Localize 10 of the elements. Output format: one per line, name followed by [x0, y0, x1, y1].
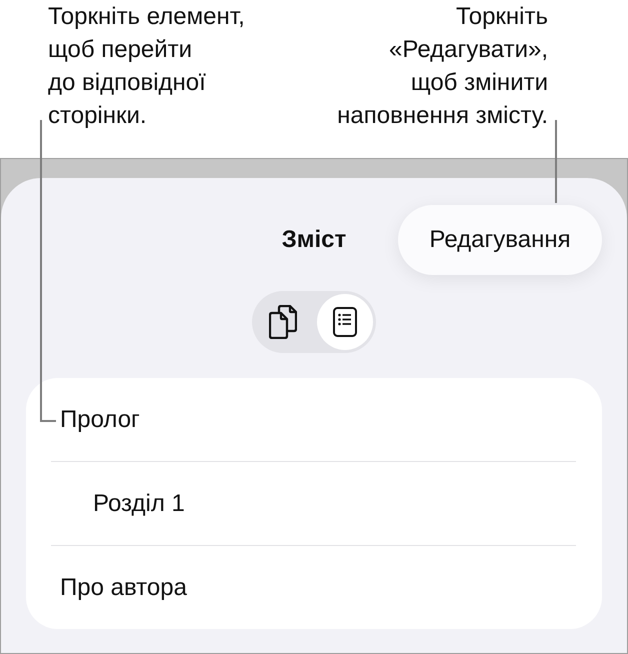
list-document-icon: [333, 307, 357, 337]
contents-view-tab[interactable]: [317, 294, 373, 350]
contents-item[interactable]: Розділ 1: [26, 462, 602, 545]
contents-item[interactable]: Пролог: [26, 378, 602, 461]
callout-text: Торкніть елемент, щоб перейти до відповідної сторінки.: [48, 2, 245, 131]
sheet-title: Зміст: [282, 226, 346, 254]
edit-button[interactable]: Редагування: [398, 205, 602, 275]
callout-text: Торкніть «Редагувати», щоб змінити наповнення змісту.: [337, 2, 548, 131]
documents-icon: [269, 305, 297, 339]
contents-item[interactable]: Про автора: [26, 546, 602, 629]
